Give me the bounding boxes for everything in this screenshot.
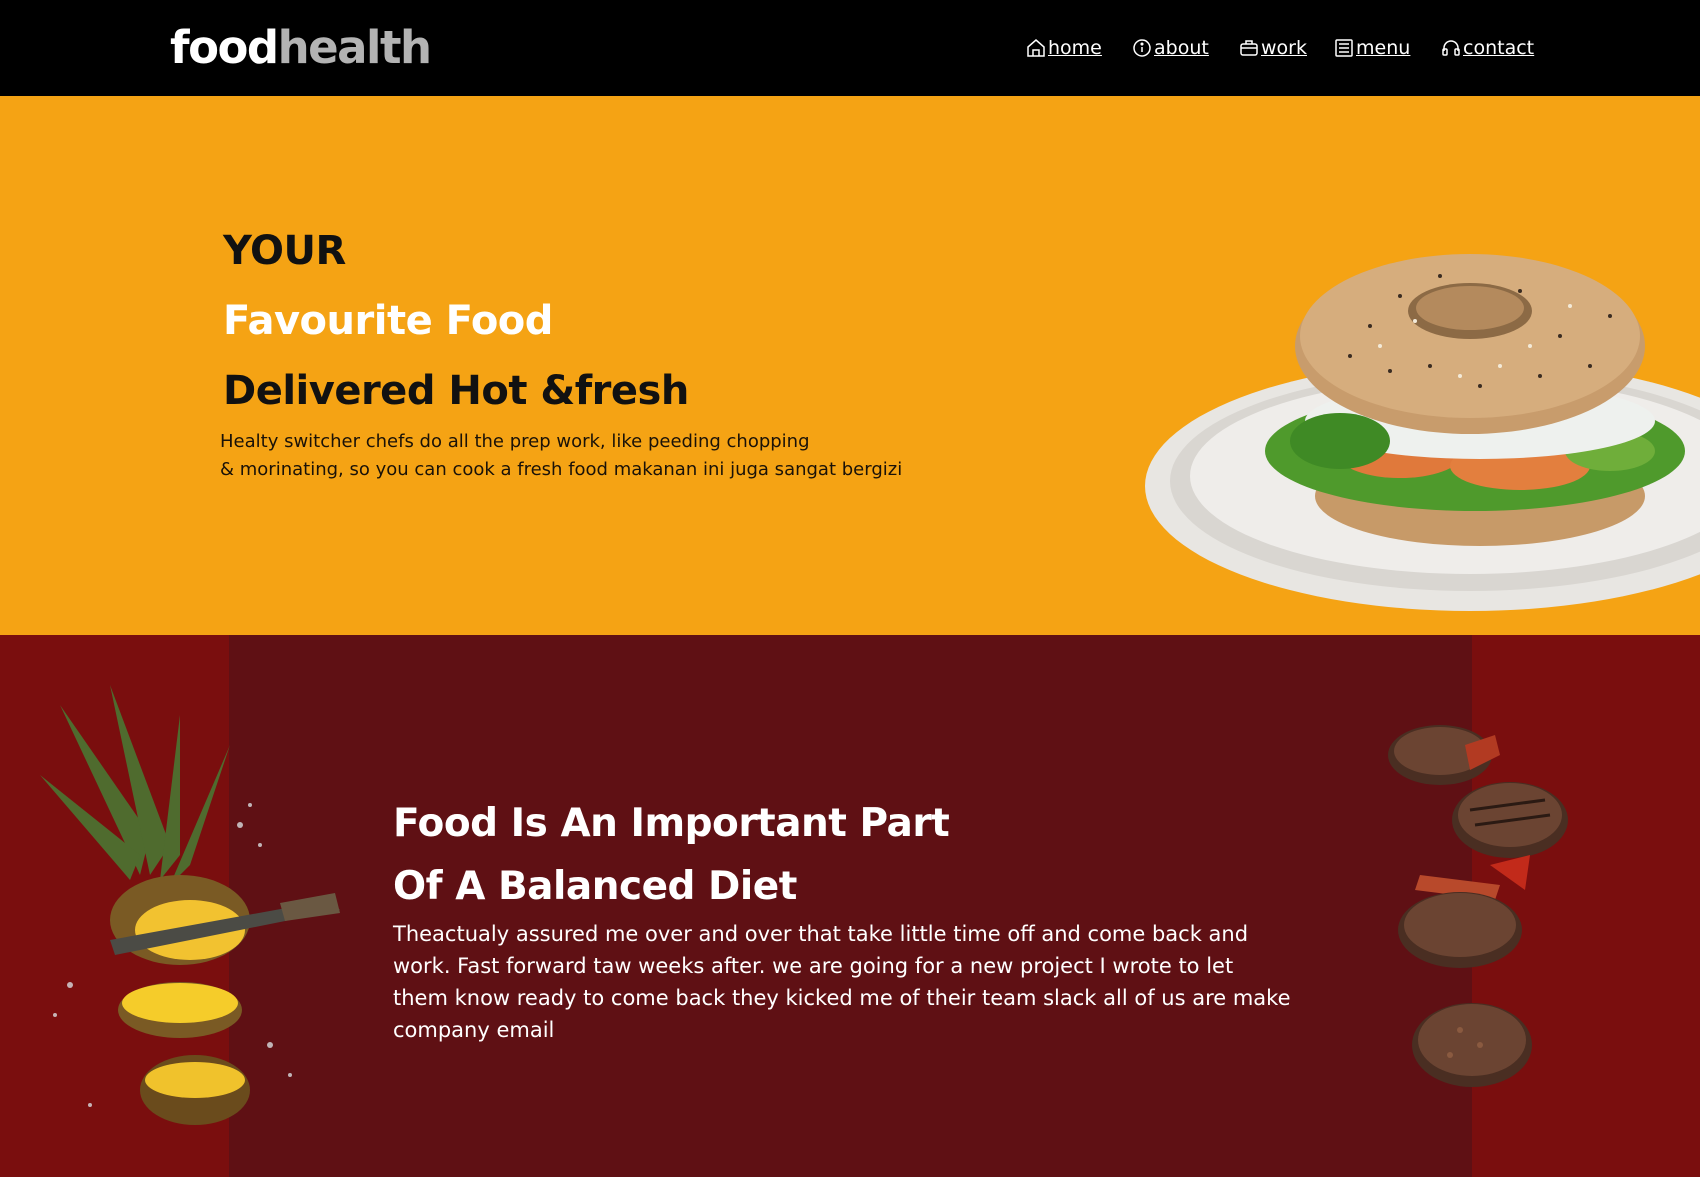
nav-work-label: work <box>1261 37 1307 59</box>
bagel-sandwich-image <box>1145 254 1700 611</box>
nav-contact-label: contact <box>1463 37 1535 59</box>
hero-desc-line1: Healty switcher chefs do all the prep wo… <box>220 431 810 452</box>
diet-title-line1: Food Is An Important Part <box>393 801 950 846</box>
diet-body-text: Theactualy assured me over and over that… <box>393 922 1291 1042</box>
site-logo[interactable]: foodhealth <box>170 20 432 76</box>
briefcase-icon <box>1240 40 1258 56</box>
logo-food: food <box>170 21 279 74</box>
pineapple-image <box>40 685 340 1125</box>
logo-health: health <box>277 21 432 74</box>
nav-home[interactable]: home <box>1026 34 1102 62</box>
steak-patties-image <box>1388 725 1568 1087</box>
home-icon <box>1027 39 1045 57</box>
hero-desc-line2: & morinating, so you can cook a fresh fo… <box>220 459 903 480</box>
hero-line-your: YOUR <box>223 228 346 274</box>
nav-home-label: home <box>1048 37 1102 59</box>
info-icon <box>1133 39 1151 57</box>
navbar: foodhealth home about work menu contact <box>0 0 1700 96</box>
nav-contact[interactable]: contact <box>1441 34 1534 62</box>
nav-menu[interactable]: menu <box>1334 34 1410 62</box>
nav-about-label: about <box>1154 37 1209 59</box>
headset-icon <box>1442 40 1460 56</box>
nav-work[interactable]: work <box>1239 34 1307 62</box>
hero-line-favourite: Favourite Food <box>223 298 553 344</box>
nav-menu-label: menu <box>1356 37 1411 59</box>
hero-description: Healty switcher chefs do all the prep wo… <box>220 428 940 484</box>
hero-section: YOUR Favourite Food Delivered Hot &fresh… <box>0 96 1700 635</box>
list-icon <box>1335 39 1353 57</box>
hero-line-delivered: Delivered Hot &fresh <box>223 368 689 414</box>
diet-section: Food Is An Important Part Of A Balanced … <box>0 635 1700 1177</box>
diet-title-line2: Of A Balanced Diet <box>393 864 797 909</box>
nav-about[interactable]: about <box>1132 34 1209 62</box>
